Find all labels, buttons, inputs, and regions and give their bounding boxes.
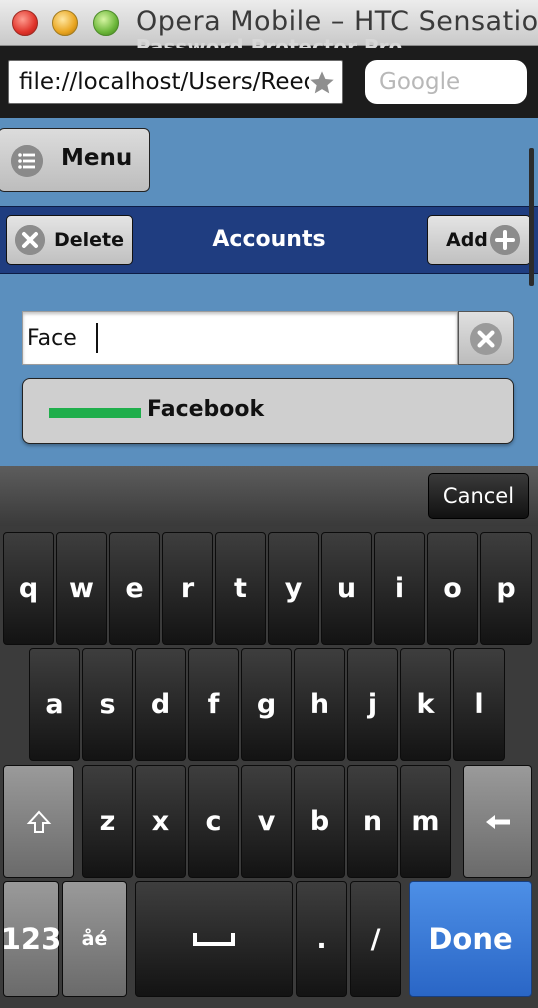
key-u[interactable]: u [321,532,372,645]
account-filter [22,311,514,365]
key-b[interactable]: b [294,765,345,878]
list-icon [11,145,43,177]
key-x[interactable]: x [135,765,186,878]
cancel-button[interactable]: Cancel [428,473,529,519]
key-z[interactable]: z [82,765,133,878]
delete-label: Delete [54,229,125,251]
accounts-header: Accounts Delete Add [0,206,538,274]
key-v[interactable]: v [241,765,292,878]
key-d[interactable]: d [135,648,186,761]
key-o[interactable]: o [427,532,478,645]
add-button[interactable]: Add [427,215,531,265]
add-label: Add [446,229,488,251]
text-caret [96,323,98,353]
search-field[interactable]: Google [365,60,527,104]
space-key[interactable] [135,881,293,997]
window-title: Opera Mobile – HTC Sensation [136,6,538,37]
shift-arrow-icon [26,810,51,833]
menu-label: Menu [61,145,133,171]
key-g[interactable]: g [241,648,292,761]
keyboard-toolbar: Cancel [0,466,538,526]
key-r[interactable]: r [162,532,213,645]
clear-filter-button[interactable] [458,311,514,365]
key-c[interactable]: c [188,765,239,878]
account-name: Facebook [147,397,265,422]
key-period[interactable]: . [296,881,347,997]
key-h[interactable]: h [294,648,345,761]
key-q[interactable]: q [3,532,54,645]
space-bar-icon [193,933,235,946]
key-n[interactable]: n [347,765,398,878]
page-title: Password Protector Pro [135,35,403,48]
clear-x-icon [470,323,502,355]
page-content: Menu Accounts Delete Add Face Facebook [0,118,538,466]
key-m[interactable]: m [400,765,451,878]
backspace-key[interactable] [463,765,532,878]
close-window-button[interactable] [12,10,38,36]
key-f[interactable]: f [188,648,239,761]
browser-toolbar: Password Protector Pro file://localhost/… [0,35,538,118]
key-k[interactable]: k [400,648,451,761]
done-key[interactable]: Done [409,881,532,997]
key-s[interactable]: s [82,648,133,761]
key-y[interactable]: y [268,532,319,645]
key-a[interactable]: a [29,648,80,761]
accents-key[interactable]: åé [62,881,127,997]
key-t[interactable]: t [215,532,266,645]
bookmark-star-icon[interactable] [308,69,336,97]
menu-button[interactable]: Menu [0,128,150,192]
numbers-key[interactable]: 123 [1,881,61,997]
zoom-window-button[interactable] [93,10,119,36]
delete-button[interactable]: Delete [6,215,133,265]
url-text: file://localhost/Users/Reed [19,69,309,95]
filter-input[interactable] [22,311,458,365]
list-item[interactable]: Facebook [22,378,514,444]
key-j[interactable]: j [347,648,398,761]
key-w[interactable]: w [56,532,107,645]
keyboard-keys: q w e r t y u i o p a s d f g h j k l z … [0,526,538,1008]
plus-icon [490,225,520,255]
key-i[interactable]: i [374,532,425,645]
shift-key[interactable] [3,765,74,878]
backspace-arrow-icon [485,814,510,829]
search-placeholder: Google [379,69,461,95]
key-l[interactable]: l [453,648,505,761]
on-screen-keyboard: Cancel q w e r t y u i o p a s d f g h j… [0,466,538,1008]
key-slash[interactable]: / [350,881,401,997]
password-strength-bar [49,408,141,418]
key-p[interactable]: p [480,532,532,645]
delete-x-icon [15,225,45,255]
url-field[interactable]: file://localhost/Users/Reed [8,60,343,104]
scrollbar[interactable] [529,148,534,286]
key-e[interactable]: e [109,532,160,645]
minimize-window-button[interactable] [52,10,78,36]
